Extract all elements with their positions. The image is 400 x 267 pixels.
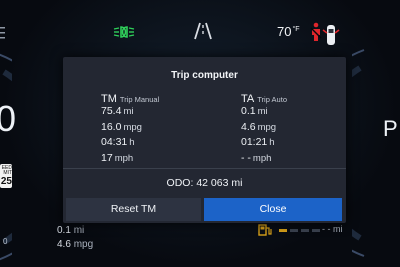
close-button[interactable]: Close bbox=[204, 198, 342, 221]
trip-consumption: 4.6 mpg bbox=[57, 239, 94, 250]
speed-limit-label: EED MIT bbox=[1, 165, 12, 176]
fuel-level-bar bbox=[279, 229, 320, 232]
tm-distance: 75.4 mi bbox=[101, 105, 134, 117]
ta-time: 01:21 h bbox=[241, 136, 275, 148]
fuel-segment bbox=[290, 229, 298, 232]
fuel-pump-icon bbox=[258, 224, 272, 236]
status-bar: 70°F bbox=[0, 0, 400, 48]
trip-auto-header: TA Trip Auto bbox=[241, 93, 287, 105]
range-readout: - - mi bbox=[322, 224, 343, 234]
trip-auto-column: TA Trip Auto 0.1 mi 4.6 mpg 01:21 h - - mph bbox=[241, 89, 287, 167]
seatbelt-warning-icon bbox=[310, 22, 322, 41]
cluster-screen: 70°F 0 P EED MIT 25 0 0.1 mi 4.6 mpg - -… bbox=[0, 0, 400, 267]
odometer: ODO: 42 063 mi bbox=[166, 177, 243, 189]
tachometer-arc bbox=[352, 49, 365, 257]
divider bbox=[63, 168, 346, 169]
fuel-segment bbox=[312, 229, 320, 232]
speed-limit-sign: EED MIT 25 bbox=[0, 164, 12, 188]
gear-indicator: P bbox=[383, 116, 398, 141]
tm-time: 04:31 h bbox=[101, 136, 135, 148]
tm-speed: 17 mph bbox=[101, 151, 134, 164]
fuel-segment bbox=[279, 229, 287, 232]
ta-distance: 0.1 mi bbox=[241, 105, 268, 117]
reset-tm-button[interactable]: Reset TM bbox=[66, 198, 201, 221]
menu-icon bbox=[0, 27, 5, 39]
speedometer-arc bbox=[0, 53, 12, 261]
fuel-segment bbox=[301, 229, 309, 232]
outside-temperature: 70°F bbox=[277, 24, 300, 39]
trip-summary: 0.1 mi 4.6 mpg bbox=[57, 224, 93, 252]
low-beam-indicator-icon bbox=[113, 26, 135, 38]
gauge-zero-label: 0 bbox=[3, 237, 8, 246]
trip-manual-column: TM Trip Manual 75.4 mi 16.0 mpg 04:31 h 17 mp… bbox=[101, 89, 159, 167]
dialog-title: Trip computer bbox=[171, 70, 238, 81]
speed-readout: 0 bbox=[0, 98, 17, 139]
trip-distance: 0.1 mi bbox=[57, 225, 85, 236]
speed-limit-value: 25 bbox=[0, 176, 12, 187]
tm-consumption: 16.0 mpg bbox=[101, 120, 142, 133]
car-door-open-icon bbox=[322, 25, 340, 45]
trip-computer-dialog: Trip computer TM Trip Manual 75.4 mi 16.0 m… bbox=[63, 57, 346, 223]
lane-assist-icon bbox=[194, 22, 212, 40]
ta-consumption: 4.6 mpg bbox=[241, 120, 277, 133]
trip-manual-header: TM Trip Manual bbox=[101, 93, 160, 105]
ta-speed: - - mph bbox=[241, 151, 272, 164]
